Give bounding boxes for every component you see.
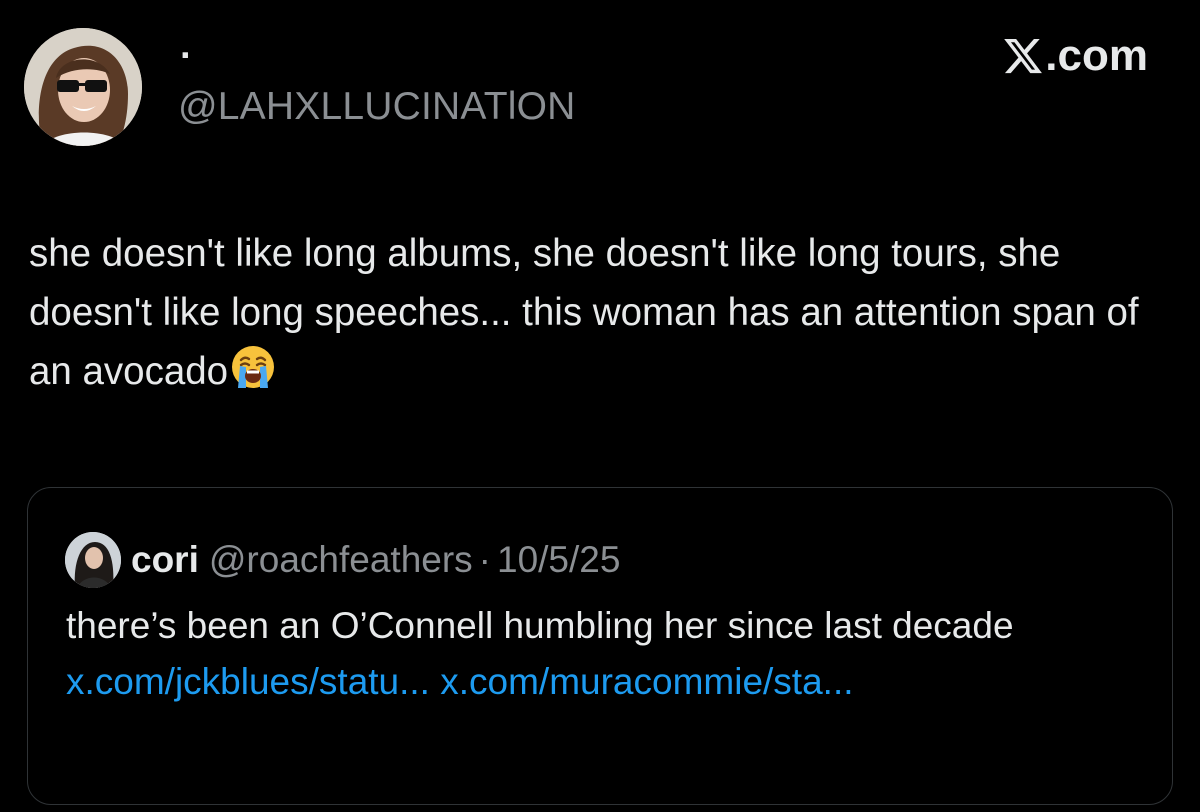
quoted-tweet-body: there’s been an O’Connell humbling her s… xyxy=(66,598,1126,710)
quoted-link-jckblues[interactable]: x.com/jckblues/statu... xyxy=(66,661,430,702)
author-display-name[interactable]: · xyxy=(180,36,193,76)
author-handle[interactable]: @LAHXLLUCINATlON xyxy=(178,84,576,130)
quoted-link-muracommie[interactable]: x.com/muracommie/sta... xyxy=(440,661,853,702)
quoted-tweet-text: there’s been an O’Connell humbling her s… xyxy=(66,605,1014,646)
author-avatar[interactable] xyxy=(24,28,142,146)
quoted-header-separator: · xyxy=(478,539,491,580)
loudly-crying-face-icon xyxy=(230,344,276,390)
quoted-tweet-header: cori @roachfeathers · 10/5/25 xyxy=(65,532,620,588)
x-logo-icon xyxy=(1004,38,1043,74)
brand-text: .com xyxy=(1045,31,1148,80)
tweet-text: she doesn't like long albums, she doesn'… xyxy=(29,232,1139,393)
tweet-body: she doesn't like long albums, she doesn'… xyxy=(29,224,1174,401)
quoted-tweet-date[interactable]: 10/5/25 xyxy=(497,538,620,582)
quoted-author-handle[interactable]: @roachfeathers xyxy=(209,538,473,582)
quoted-author-avatar[interactable] xyxy=(65,532,121,588)
quoted-tweet-card[interactable]: cori @roachfeathers · 10/5/25 there’s be… xyxy=(27,487,1173,805)
x-brand-watermark: .com xyxy=(1002,28,1148,84)
quoted-author-name[interactable]: cori xyxy=(131,538,199,582)
